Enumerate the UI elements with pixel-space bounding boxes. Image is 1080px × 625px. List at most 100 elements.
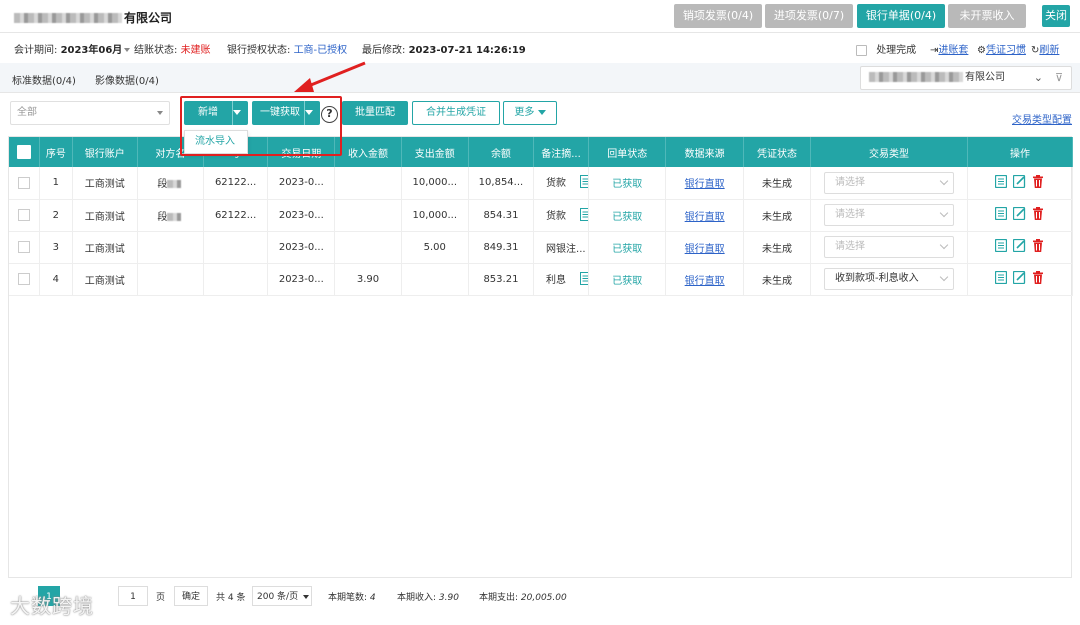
chevron-down-icon bbox=[157, 111, 163, 115]
watermark: 大数跨境 bbox=[10, 594, 94, 618]
transaction-type-config-link[interactable]: 交易类型配置 bbox=[1012, 111, 1072, 126]
status-filter-select[interactable]: 全部 bbox=[10, 101, 170, 125]
pagination-footer: 1 1 页 确定 共 4 条 200 条/页 本期笔数: 4 本期收入: 3.9… bbox=[8, 583, 1072, 609]
source-link[interactable]: 银行直取 bbox=[685, 212, 725, 223]
view-detail-icon[interactable] bbox=[995, 206, 1008, 223]
close-button[interactable]: 关闭 bbox=[1042, 5, 1070, 27]
row-select-cell[interactable] bbox=[9, 263, 41, 296]
bank-auth-label: 银行授权状态: bbox=[227, 45, 291, 56]
company-select[interactable]: 有限公司 ⌄ ⊽ bbox=[860, 66, 1072, 90]
cell-source[interactable]: 银行直取 bbox=[665, 167, 744, 200]
voucher-habit-label[interactable]: 凭证习惯 bbox=[986, 45, 1026, 56]
row-checkbox[interactable] bbox=[18, 176, 31, 189]
delete-icon[interactable] bbox=[1032, 239, 1044, 255]
refresh-label[interactable]: 刷新 bbox=[1039, 45, 1059, 56]
refresh-link[interactable]: ↻刷新 bbox=[1031, 41, 1059, 56]
filter-icon[interactable]: ⊽ bbox=[1055, 67, 1063, 89]
cell-income: 3.90 bbox=[334, 263, 402, 296]
period-label: 会计期间: bbox=[14, 45, 58, 56]
edit-icon[interactable] bbox=[1013, 206, 1026, 223]
period-select[interactable]: 2023年06月 bbox=[61, 45, 123, 56]
period-count-value: 4 bbox=[369, 593, 376, 603]
tab-purchase-invoice[interactable]: 进项发票(0/7) bbox=[765, 4, 853, 28]
more-button[interactable]: 更多 bbox=[503, 101, 557, 125]
cell-income bbox=[334, 199, 402, 232]
tab-standard-data[interactable]: 标准数据(0/4) bbox=[12, 72, 76, 87]
view-detail-icon[interactable] bbox=[995, 270, 1008, 287]
memo-doc-icon[interactable] bbox=[580, 207, 588, 224]
cell-source[interactable]: 银行直取 bbox=[665, 263, 744, 296]
delete-icon[interactable] bbox=[1032, 271, 1044, 287]
edit-icon[interactable] bbox=[1013, 270, 1026, 287]
cell-transaction-type[interactable]: 请选择 bbox=[810, 167, 968, 200]
table-row[interactable]: 3 工商测试 2023-0... 5.00 849.31 网银注... 已获取 银行直取 未生成… bbox=[9, 231, 1074, 264]
row-checkbox[interactable] bbox=[18, 209, 31, 221]
transaction-type-select[interactable]: 请选择 bbox=[824, 236, 954, 258]
transaction-type-select[interactable]: 请选择 bbox=[824, 171, 954, 194]
source-link[interactable]: 银行直取 bbox=[685, 179, 725, 190]
cell-transaction-type[interactable]: 请选择 bbox=[810, 199, 968, 232]
cell-counterparty: 段 bbox=[137, 199, 205, 232]
cell-date: 2023-0... bbox=[267, 263, 336, 296]
edit-icon[interactable] bbox=[1013, 238, 1026, 255]
delete-icon[interactable] bbox=[1032, 174, 1044, 191]
bank-auth-value[interactable]: 工商-已授权 bbox=[294, 45, 348, 56]
processed-checkbox[interactable] bbox=[856, 44, 867, 56]
select-all-cell[interactable] bbox=[9, 137, 41, 167]
period-info: 会计期间: 2023年06月 bbox=[14, 41, 131, 56]
period-count: 本期笔数: 4 bbox=[328, 590, 376, 603]
transaction-type-select[interactable]: 收到款项-利息收入 bbox=[824, 268, 954, 290]
transaction-type-select[interactable]: 请选择 bbox=[824, 204, 954, 226]
table-row[interactable]: 4 工商测试 2023-0... 3.90 853.21 利息 已获取 银行直取 未生成 收到款项… bbox=[9, 263, 1074, 296]
cell-source[interactable]: 银行直取 bbox=[665, 231, 744, 264]
page-confirm-button[interactable]: 确定 bbox=[174, 586, 208, 606]
cell-memo: 网银注... bbox=[533, 231, 590, 264]
period-expense-value: 20,005.00 bbox=[520, 593, 567, 603]
chevron-down-icon[interactable] bbox=[124, 48, 131, 52]
redacted-text bbox=[167, 212, 182, 221]
source-link[interactable]: 银行直取 bbox=[685, 244, 725, 255]
memo-text: 货款 bbox=[546, 210, 567, 222]
cell-source[interactable]: 银行直取 bbox=[665, 199, 744, 232]
enter-books-link[interactable]: ⇥进账套 bbox=[930, 41, 968, 56]
row-checkbox[interactable] bbox=[18, 241, 31, 253]
memo-doc-icon[interactable] bbox=[580, 271, 588, 288]
delete-icon[interactable] bbox=[1032, 207, 1044, 223]
enter-books-label[interactable]: 进账套 bbox=[938, 45, 968, 56]
batch-match-button[interactable]: 批量匹配 bbox=[342, 101, 408, 125]
cell-cp-account: 62122... bbox=[203, 167, 269, 200]
cell-transaction-type[interactable]: 请选择 bbox=[810, 231, 968, 264]
processed-toggle[interactable]: 处理完成 bbox=[856, 41, 916, 56]
cell-account: 工商测试 bbox=[72, 263, 138, 296]
edit-icon[interactable] bbox=[1013, 174, 1026, 191]
chevron-down-icon bbox=[939, 176, 949, 185]
row-select-cell[interactable] bbox=[9, 167, 41, 200]
bank-transactions-table: 序号 银行账户 对方名 号 交易日期 收入金额 支出金额 余额 备注摘... 回… bbox=[8, 136, 1074, 578]
tab-sales-invoice[interactable]: 销项发票(0/4) bbox=[674, 4, 762, 28]
chevron-down-icon bbox=[939, 208, 949, 218]
row-checkbox[interactable] bbox=[18, 273, 31, 285]
table-row[interactable]: 2 工商测试 段 62122... 2023-0... 10,000... 854.31 货款… bbox=[9, 199, 1074, 232]
merge-voucher-button[interactable]: 合并生成凭证 bbox=[412, 101, 500, 125]
tab-image-data[interactable]: 影像数据(0/4) bbox=[95, 72, 159, 87]
table-row[interactable]: 1 工商测试 段 62122... 2023-0... 10,000... 10,854..… bbox=[9, 167, 1074, 200]
page-size-select[interactable]: 200 条/页 bbox=[252, 586, 312, 606]
view-detail-icon[interactable] bbox=[995, 238, 1008, 255]
tab-bank-documents[interactable]: 银行单据(0/4) bbox=[857, 4, 945, 28]
tab-uninvoiced-income[interactable]: 未开票收入 bbox=[948, 4, 1026, 28]
view-detail-icon[interactable] bbox=[995, 174, 1008, 191]
row-select-cell[interactable] bbox=[9, 199, 41, 232]
select-all-checkbox[interactable] bbox=[17, 145, 32, 159]
cell-actions bbox=[967, 231, 1074, 264]
row-select-cell[interactable] bbox=[9, 231, 41, 264]
cell-cp-account bbox=[203, 231, 269, 264]
cell-transaction-type[interactable]: 收到款项-利息收入 bbox=[810, 263, 968, 296]
col-header: 收入金额 bbox=[334, 137, 402, 167]
chevron-down-icon[interactable]: ⌄ bbox=[1034, 67, 1043, 89]
page-jump-input[interactable]: 1 bbox=[118, 586, 148, 606]
memo-doc-icon[interactable] bbox=[580, 175, 588, 191]
cell-voucher-status: 未生成 bbox=[743, 231, 812, 264]
last-modified-info: 最后修改: 2023-07-21 14:26:19 bbox=[362, 41, 526, 56]
voucher-habit-link[interactable]: ⚙凭证习惯 bbox=[977, 41, 1026, 56]
source-link[interactable]: 银行直取 bbox=[685, 276, 725, 287]
